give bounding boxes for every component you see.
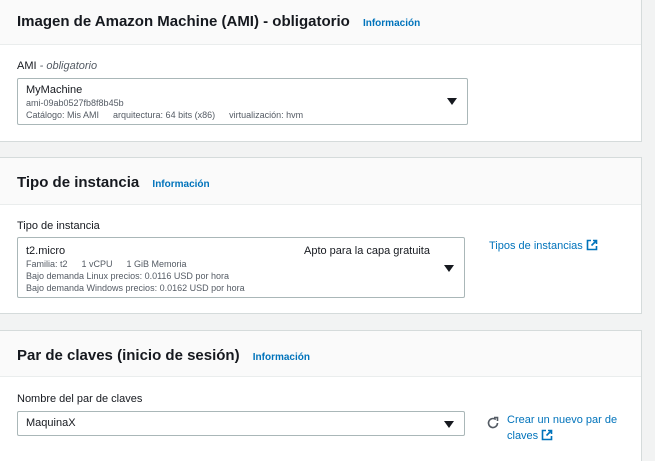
instance-windows-price: Bajo demanda Windows precios: 0.0162 USD… (26, 283, 245, 293)
instance-panel-header: Tipo de instancia Información (0, 158, 641, 205)
key-pair-panel: Par de claves (inicio de sesión) Informa… (0, 330, 642, 461)
ami-selected-name: MyMachine (26, 84, 83, 96)
create-key-pair-line1: Crear un nuevo par de (507, 414, 618, 426)
ami-architecture: arquitectura: 64 bits (x86) (113, 110, 216, 120)
ami-catalog: Catálogo: Mis AMI (26, 110, 100, 120)
ami-virtualization: virtualización: hvm (229, 110, 304, 120)
ami-panel-title: Imagen de Amazon Machine (AMI) - obligat… (17, 13, 420, 30)
create-key-pair-line2: claves (507, 428, 617, 444)
caret-down-icon (444, 421, 454, 428)
instance-linux-price: Bajo demanda Linux precios: 0.0116 USD p… (26, 271, 229, 281)
instance-vcpu: 1 vCPU (81, 259, 113, 269)
keypair-selected: MaquinaX (26, 417, 76, 429)
create-key-pair-line2-text: claves (507, 430, 539, 442)
caret-down-icon (444, 265, 454, 272)
instance-types-link[interactable]: Tipos de instancias (489, 239, 598, 252)
key-pair-select[interactable]: MaquinaX (17, 411, 465, 436)
ami-label-required: - obligatorio (36, 60, 98, 72)
keypair-panel-header: Par de claves (inicio de sesión) Informa… (0, 331, 641, 377)
keypair-field-label: Nombre del par de claves (17, 393, 143, 405)
instance-specs: Familia: t2 1 vCPU 1 GiB Memoria (26, 259, 187, 269)
ami-title-text: Imagen de Amazon Machine (AMI) - obligat… (17, 13, 350, 30)
ami-select[interactable]: MyMachine ami-09ab0527fb8f8b45b Catálogo… (17, 78, 468, 125)
keypair-title-text: Par de claves (inicio de sesión) (17, 347, 240, 364)
external-link-icon (541, 429, 553, 441)
ami-info-link[interactable]: Información (363, 18, 420, 29)
ami-selected-id: ami-09ab0527fb8f8b45b (26, 98, 124, 108)
instance-types-link-text: Tipos de instancias (489, 240, 583, 252)
instance-family: Familia: t2 (26, 259, 68, 269)
instance-info-link[interactable]: Información (152, 179, 209, 190)
instance-memory: 1 GiB Memoria (126, 259, 187, 269)
ami-label-text: AMI (17, 60, 37, 72)
instance-title-text: Tipo de instancia (17, 174, 140, 191)
instance-type-select[interactable]: t2.micro Apto para la capa gratuita Fami… (17, 237, 465, 298)
instance-type-panel: Tipo de instancia Información Tipo de in… (0, 157, 642, 314)
instance-selected-name: t2.micro (26, 245, 66, 257)
ami-field-label: AMI - obligatorio (17, 60, 97, 72)
free-tier-badge: Apto para la capa gratuita (304, 245, 430, 257)
keypair-info-link[interactable]: Información (253, 352, 310, 363)
refresh-icon[interactable] (486, 416, 500, 430)
instance-field-label: Tipo de instancia (17, 220, 100, 232)
keypair-panel-title: Par de claves (inicio de sesión) Informa… (17, 347, 310, 364)
ami-panel: Imagen de Amazon Machine (AMI) - obligat… (0, 0, 642, 142)
create-key-pair-link[interactable]: Crear un nuevo par de claves (507, 412, 617, 444)
caret-down-icon (447, 98, 457, 105)
instance-panel-title: Tipo de instancia Información (17, 174, 210, 191)
ami-panel-header: Imagen de Amazon Machine (AMI) - obligat… (0, 0, 641, 45)
ami-selected-details: Catálogo: Mis AMI arquitectura: 64 bits (… (26, 110, 303, 120)
external-link-icon (586, 239, 598, 251)
